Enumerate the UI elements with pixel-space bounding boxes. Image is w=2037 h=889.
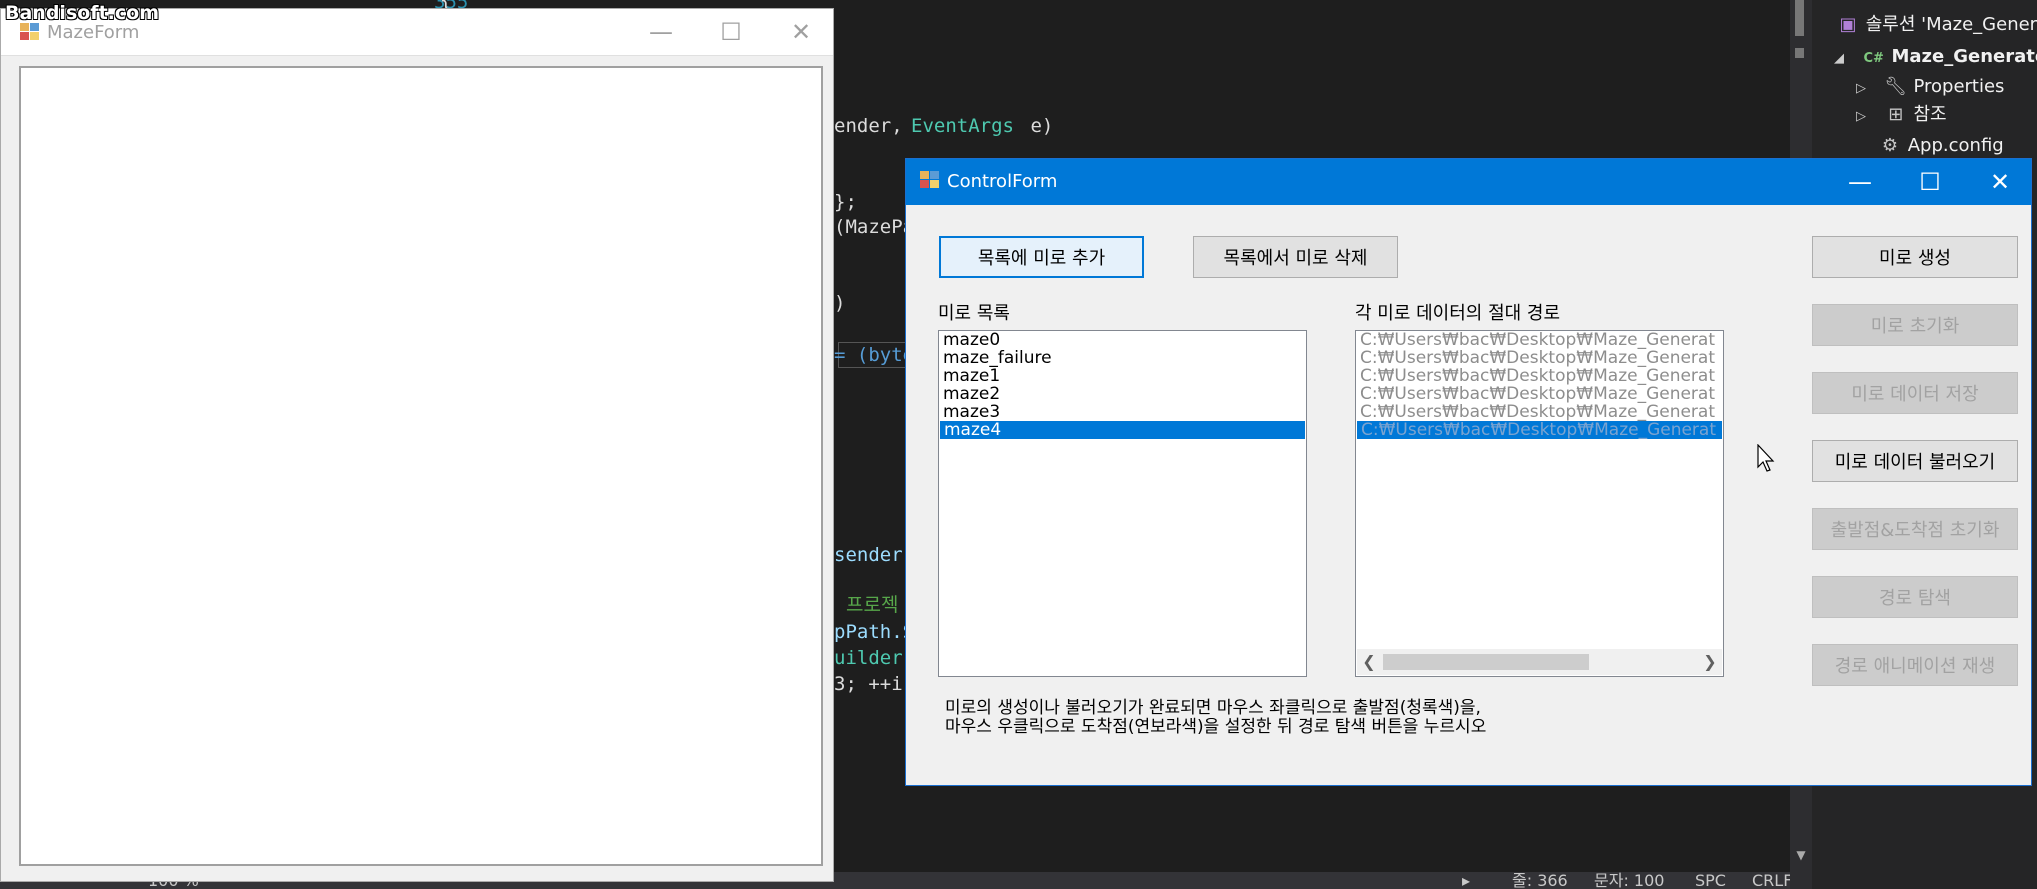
reset-maze-button[interactable]: 미로 초기화 [1812,304,2018,346]
spc-indicator: SPC [1695,872,1726,889]
find-path-button[interactable]: 경로 탐색 [1812,576,2018,618]
reset-points-button[interactable]: 출발점&도착점 초기화 [1812,508,2018,550]
list-item[interactable]: maze_failure [939,349,1306,367]
scroll-right-icon[interactable]: ▸ [1462,872,1470,889]
project-label: Maze_Generator [1891,46,2037,67]
list-item[interactable]: C:₩Users₩bac₩Desktop₩Maze_Generat [1356,349,1723,367]
wrench-icon: 🔧︎ [1884,76,1908,97]
list-item[interactable]: maze1 [939,367,1306,385]
instruction-line-2: 마우스 우클릭으로 도착점(연보라색)을 설정한 뒤 경로 탐색 버튼을 누르시… [945,717,1487,737]
collapse-icon[interactable]: ◢ [1834,45,1856,73]
char-indicator: 문자: 100 [1594,872,1665,889]
save-maze-data-button[interactable]: 미로 데이터 저장 [1812,372,2018,414]
code-line: (MazePa [834,216,915,238]
maze-form-window: MazeForm — ☐ ✕ [0,8,834,882]
close-button[interactable]: ✕ [1970,159,2030,205]
references-label: 참조 [1913,104,1947,125]
references-icon: ⊞ [1888,104,1904,125]
list-item[interactable]: C:₩Users₩bac₩Desktop₩Maze_Generat [1356,385,1723,403]
appconfig-node[interactable]: ⚙ App.config [1878,132,2004,160]
properties-node[interactable]: ▷ 🔧︎ Properties [1856,73,2004,101]
scroll-left-icon[interactable]: ❮ [1357,649,1381,675]
maze-list-label: 미로 목록 [938,303,1010,324]
list-item-selected[interactable]: C:₩Users₩bac₩Desktop₩Maze_Generat [1357,421,1722,439]
code-line: ) [834,292,846,314]
instruction-line-1: 미로의 생성이나 불러오기가 완료되면 마우스 좌클릭으로 출발점(청록색)을, [945,698,1481,718]
solution-label: 솔루션 'Maze_Generat [1865,14,2037,35]
code-line: e) [1019,115,1054,137]
csharp-project-icon: C# [1863,51,1884,66]
project-node[interactable]: ◢ C# Maze_Generator [1834,43,2037,71]
maximize-button[interactable]: ☐ [1900,159,1960,205]
appconfig-label: App.config [1907,135,2004,156]
config-file-icon: ⚙ [1881,135,1899,156]
crlf-indicator: CRLF [1752,872,1790,889]
generate-maze-button[interactable]: 미로 생성 [1812,236,2018,278]
list-item[interactable]: maze3 [939,403,1306,421]
maximize-button[interactable]: ☐ [701,9,761,55]
list-item[interactable]: maze2 [939,385,1306,403]
window-title: MazeForm [47,22,140,43]
solution-node[interactable]: ▣ 솔루션 'Maze_Generat [1836,11,2037,39]
list-item[interactable]: C:₩Users₩bac₩Desktop₩Maze_Generat [1356,331,1723,349]
code-line: 프로젝 [846,594,899,616]
expand-icon[interactable]: ▷ [1856,75,1878,103]
app-icon [20,23,40,41]
code-line: 3; ++i) [834,673,915,695]
scrollbar-thumb[interactable] [1795,0,1804,36]
scroll-down-icon[interactable]: ▼ [1790,848,1812,862]
minimize-button[interactable]: — [631,9,691,55]
window-title: ControlForm [947,171,1058,192]
code-line: uilder( [834,647,915,669]
control-form-window: ControlForm — ☐ ✕ 목록에 미로 추가 목록에서 미로 삭제 미… [905,158,2032,786]
maze-list[interactable]: maze0 maze_failure maze1 maze2 maze3 maz… [938,330,1307,677]
close-button[interactable]: ✕ [771,9,831,55]
list-item[interactable]: C:₩Users₩bac₩Desktop₩Maze_Generat [1356,367,1723,385]
scroll-right-icon[interactable]: ❯ [1698,649,1722,675]
list-item[interactable]: maze0 [939,331,1306,349]
add-to-list-button[interactable]: 목록에 미로 추가 [939,236,1144,278]
play-path-animation-button[interactable]: 경로 애니메이션 재생 [1812,644,2018,686]
scrollbar-marker [1795,48,1804,58]
path-list-label: 각 미로 데이터의 절대 경로 [1355,303,1561,324]
properties-label: Properties [1913,76,2005,97]
solution-icon: ▣ [1839,14,1857,35]
code-line: sender, [834,544,915,566]
instruction-text: 미로의 생성이나 불러오기가 완료되면 마우스 좌클릭으로 출발점(청록색)을,… [945,699,1486,737]
code-line: ender, [834,115,915,137]
code-line: pPath.S [834,621,915,643]
control-form-titlebar[interactable]: ControlForm — ☐ ✕ [906,159,2031,205]
expand-icon[interactable]: ▷ [1856,103,1878,131]
code-line: = (byte [834,344,915,366]
references-node[interactable]: ▷ ⊞ 참조 [1856,101,1947,129]
scrollbar-thumb[interactable] [1383,654,1589,670]
list-item[interactable]: C:₩Users₩bac₩Desktop₩Maze_Generat [1356,403,1723,421]
watermark: Bandisoft.com [5,2,159,24]
load-maze-data-button[interactable]: 미로 데이터 불러오기 [1812,440,2018,482]
horizontal-scrollbar[interactable]: ❮ ❯ [1357,649,1722,675]
maze-canvas[interactable] [19,66,823,866]
line-indicator: 줄: 366 [1512,872,1568,889]
path-list[interactable]: C:₩Users₩bac₩Desktop₩Maze_Generat C:₩Use… [1355,330,1724,677]
minimize-button[interactable]: — [1830,159,1890,205]
remove-from-list-button[interactable]: 목록에서 미로 삭제 [1193,236,1398,278]
code-line: }; [834,191,857,213]
mouse-cursor-icon [1757,444,1775,472]
code-line: EventArgs [911,115,1014,137]
list-item-selected[interactable]: maze4 [940,421,1305,439]
app-icon [920,171,940,189]
